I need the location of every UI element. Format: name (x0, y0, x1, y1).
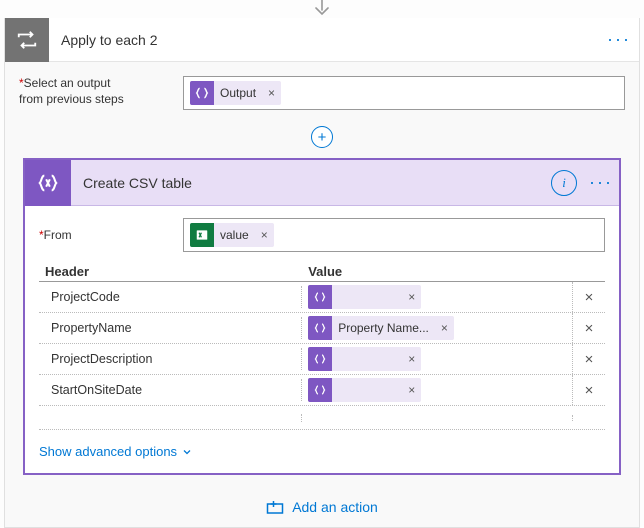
create-csv-table-card: Create CSV table i ··· *From value × (23, 158, 621, 475)
from-input[interactable]: value × (183, 218, 605, 252)
header-cell[interactable]: ProjectCode (39, 286, 302, 308)
remove-token-icon[interactable]: × (402, 290, 421, 304)
value-token[interactable]: Property Name... × (308, 316, 454, 340)
from-label: *From (39, 228, 169, 242)
apply-to-each-card: Apply to each 2 ··· *Select an output fr… (4, 18, 640, 528)
remove-token-icon[interactable]: × (435, 321, 454, 335)
delete-row-button[interactable]: × (573, 289, 605, 306)
header-cell[interactable]: ProjectDescription (39, 348, 302, 370)
loop-icon (5, 18, 49, 62)
header-cell[interactable]: StartOnSiteDate (39, 379, 302, 401)
remove-token-icon[interactable]: × (402, 352, 421, 366)
dynamic-content-icon (308, 285, 332, 309)
value-cell[interactable]: × (302, 282, 573, 312)
show-advanced-options-link[interactable]: Show advanced options (39, 430, 605, 459)
dynamic-content-icon (308, 347, 332, 371)
dynamic-content-icon (190, 81, 214, 105)
column-mapping-empty-row[interactable] (39, 406, 605, 430)
dynamic-content-icon (308, 378, 332, 402)
add-action-icon (266, 499, 284, 515)
create-csv-menu-button[interactable]: ··· (583, 172, 619, 193)
column-mapping-row: ProjectCode × × (39, 282, 605, 313)
from-row: *From value × (39, 218, 605, 252)
select-output-input[interactable]: Output × (183, 76, 625, 110)
column-mapping-row: StartOnSiteDate × × (39, 375, 605, 406)
value-token[interactable]: × (308, 285, 421, 309)
column-mapping-row: PropertyName Property Name... × × (39, 313, 605, 344)
delete-row-button[interactable]: × (573, 351, 605, 368)
flow-arrow-down (0, 0, 644, 18)
excel-icon (190, 223, 214, 247)
dynamic-content-icon (308, 316, 332, 340)
value-cell[interactable]: Property Name... × (302, 313, 573, 343)
column-mapping-row: ProjectDescription × × (39, 344, 605, 375)
create-csv-title: Create CSV table (71, 175, 551, 191)
remove-token-icon[interactable]: × (255, 228, 274, 242)
apply-to-each-title: Apply to each 2 (49, 32, 599, 48)
value-token[interactable]: value × (190, 223, 274, 247)
header-column-label: Header (39, 262, 302, 281)
value-token[interactable]: × (308, 378, 421, 402)
remove-token-icon[interactable]: × (262, 86, 281, 100)
chevron-down-icon (181, 446, 193, 458)
output-token[interactable]: Output × (190, 81, 281, 105)
value-token[interactable]: × (308, 347, 421, 371)
remove-token-icon[interactable]: × (402, 383, 421, 397)
info-button[interactable]: i (551, 170, 577, 196)
delete-row-button[interactable]: × (573, 320, 605, 337)
add-action-button[interactable]: Add an action (5, 475, 639, 515)
select-output-label: *Select an output from previous steps (19, 76, 169, 107)
value-cell[interactable]: × (302, 344, 573, 374)
insert-step-button[interactable]: + (311, 126, 333, 148)
value-cell[interactable]: × (302, 375, 573, 405)
csv-icon (25, 160, 71, 206)
apply-to-each-header[interactable]: Apply to each 2 ··· (5, 18, 639, 62)
columns-header-row: Header Value (39, 262, 605, 282)
value-column-label: Value (302, 262, 605, 281)
create-csv-header[interactable]: Create CSV table i ··· (25, 160, 619, 206)
delete-row-button[interactable]: × (573, 382, 605, 399)
apply-to-each-menu-button[interactable]: ··· (599, 29, 639, 50)
header-cell[interactable]: PropertyName (39, 317, 302, 339)
select-output-row: *Select an output from previous steps Ou… (5, 62, 639, 120)
